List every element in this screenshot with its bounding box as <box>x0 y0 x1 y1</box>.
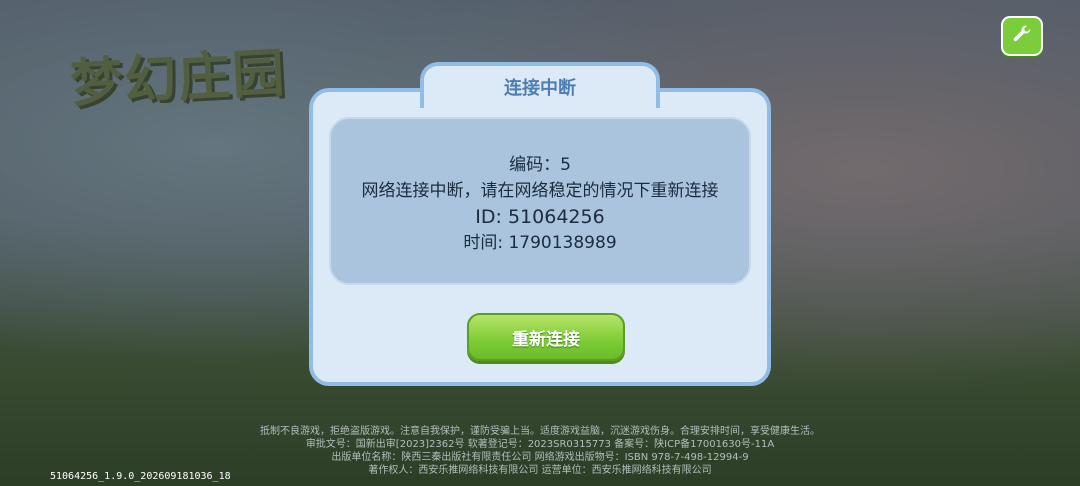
user-id: ID: 51064256 <box>475 206 605 228</box>
wrench-icon <box>1011 23 1033 49</box>
dialog-title-tab: 连接中断 <box>420 62 660 108</box>
reconnect-label: 重新连接 <box>512 329 580 350</box>
error-code: 编码：5 <box>509 155 571 175</box>
dialog-title: 连接中断 <box>504 78 576 99</box>
legal-notice-line: 抵制不良游戏，拒绝盗版游戏。注意自我保护，谨防受骗上当。适度游戏益脑，沉迷游戏伤… <box>260 426 820 437</box>
message-panel: 编码：5 网络连接中断，请在网络稳定的情况下重新连接 ID: 51064256 … <box>329 117 751 285</box>
timestamp: 时间: 1790138989 <box>463 233 617 253</box>
legal-notice-line: 出版单位名称：陕西三秦出版社有限责任公司 网络游戏出版物号：ISBN 978-7… <box>331 452 749 463</box>
build-info: 51064256_1.9.0_202609181036_18 <box>50 471 231 482</box>
settings-button[interactable] <box>1001 16 1043 56</box>
error-message: 网络连接中断，请在网络稳定的情况下重新连接 <box>361 181 719 201</box>
legal-notice-line: 审批文号：国新出审[2023]2362号 软著登记号：2023SR0315773… <box>305 439 775 450</box>
reconnect-button[interactable]: 重新连接 <box>467 313 625 361</box>
